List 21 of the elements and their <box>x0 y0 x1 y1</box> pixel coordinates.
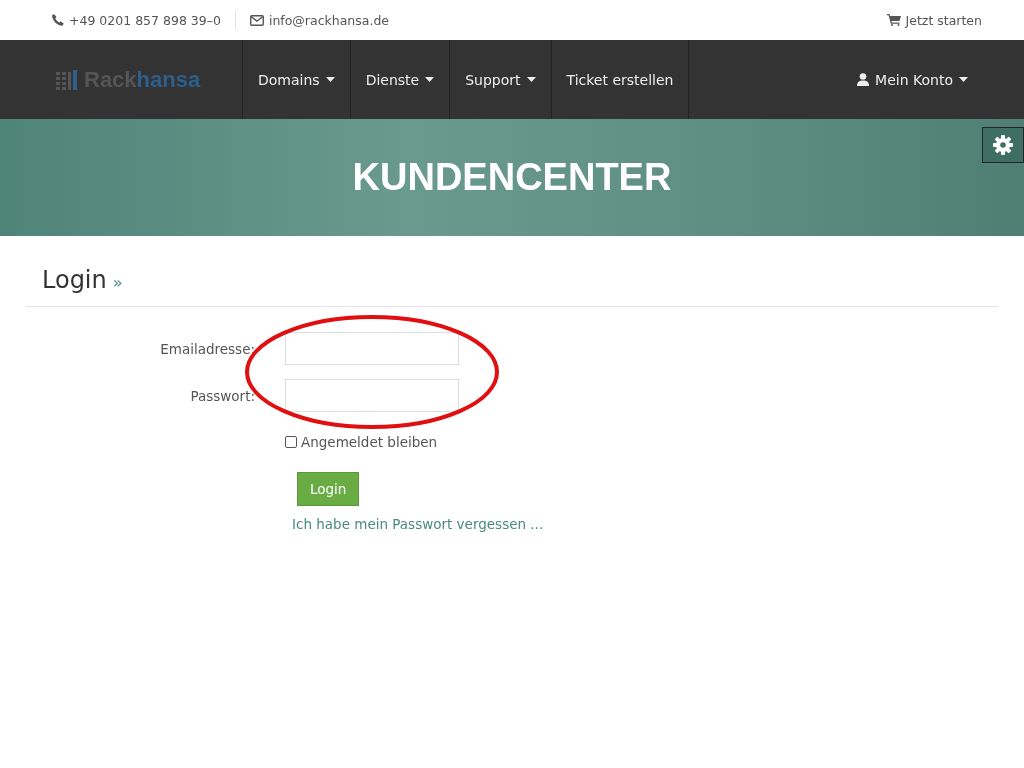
start-link[interactable]: Jetzt starten <box>905 12 982 28</box>
settings-icon <box>993 135 1013 155</box>
email-field[interactable] <box>285 332 459 365</box>
forgot-password-link[interactable]: Ich habe mein Passwort vergessen ... <box>292 516 544 532</box>
field-label: Passwort: <box>189 387 255 404</box>
page-title: Login <box>42 266 107 294</box>
password-field[interactable] <box>285 379 459 412</box>
chevron-mark: » <box>112 273 123 292</box>
field-label: Emailadresse: <box>159 340 255 357</box>
envelope-icon <box>249 14 264 26</box>
logo-icon <box>56 69 78 90</box>
hero-title: KUNDENCENTER <box>352 156 672 199</box>
settings-button[interactable] <box>982 127 1024 163</box>
phone-number: +49 0201 857 898 39–0 <box>69 12 221 28</box>
checkbox-label: Angemeldet bleiben <box>301 434 438 450</box>
email-link[interactable]: info@rackhansa.de <box>268 12 390 28</box>
user-icon <box>857 73 870 86</box>
cart-icon <box>886 14 901 26</box>
phone-icon <box>52 14 64 26</box>
account-menu[interactable]: Mein Konto <box>857 40 968 119</box>
remember-checkbox[interactable] <box>285 436 297 448</box>
